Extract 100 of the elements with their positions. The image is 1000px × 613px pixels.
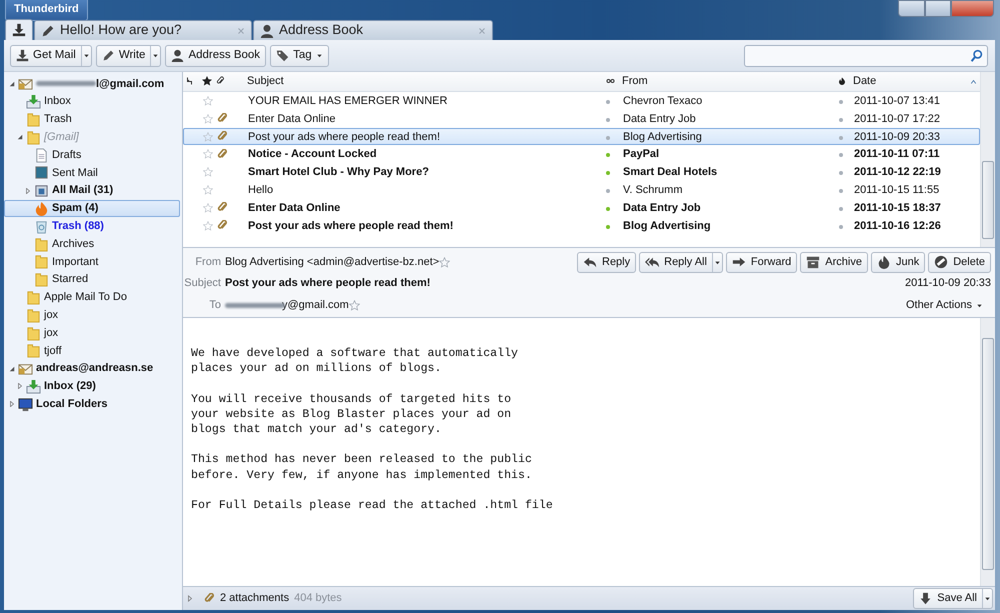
mailbox-icon	[34, 183, 49, 198]
status-dot[interactable]	[606, 136, 610, 140]
status-dot[interactable]	[839, 136, 843, 140]
flame-icon	[34, 200, 49, 216]
folder-item[interactable]: Important	[4, 252, 180, 271]
folder-item[interactable]: Archives	[4, 235, 180, 253]
folder-label: Inbox (29)	[44, 379, 96, 394]
star-icon[interactable]	[203, 132, 213, 142]
collapse-arrow-icon[interactable]	[8, 80, 14, 87]
folder-item[interactable]: Trash (88)	[4, 217, 180, 236]
star-icon	[202, 76, 212, 86]
folder-label: Apple Mail To Do	[44, 290, 127, 306]
toolbar-button[interactable]: Archive	[800, 252, 868, 272]
body-paragraph: For Full Details please read the attached .html file	[191, 498, 554, 514]
folder-item[interactable]: Sent Mail	[4, 164, 180, 182]
split-button[interactable]: Reply All	[639, 252, 723, 272]
toolbar-button[interactable]: Forward	[726, 252, 798, 272]
message-row[interactable]: Enter Data Online Data Entry Job 2011-10-15 18:37	[183, 198, 980, 217]
collapse-arrow-icon[interactable]	[8, 366, 14, 372]
status-dot[interactable]	[606, 171, 610, 176]
expand-arrow-icon[interactable]	[24, 188, 30, 194]
star-icon[interactable]	[203, 96, 213, 106]
folder-item[interactable]: andreas@andreasn.se	[4, 360, 180, 378]
column-header[interactable]: Subject	[247, 75, 284, 88]
status-dot[interactable]	[839, 171, 843, 176]
toolbar-button[interactable]: Reply	[577, 252, 636, 272]
column-header[interactable]: Date	[853, 73, 876, 90]
status-dot[interactable]	[839, 224, 843, 229]
status-dot[interactable]	[839, 188, 843, 193]
message-row[interactable]: Post your ads where people read them! Blog Advertising 2011-10-09 20:33	[183, 128, 980, 146]
split-button[interactable]: Save All	[913, 588, 993, 609]
folder-item[interactable]: Local Folders	[4, 395, 180, 414]
message-sender: Smart Deal Hotels	[623, 166, 718, 178]
tab[interactable]	[5, 19, 33, 40]
inbox-icon	[26, 94, 41, 110]
folder-item[interactable]: All Mail (31)	[4, 182, 180, 200]
message-row[interactable]: Post your ads where people read them! Blog Advertising 2011-10-16 12:26	[183, 216, 980, 234]
folder-item[interactable]: tjoff	[4, 342, 180, 360]
other-actions-menu[interactable]: Other Actions	[906, 296, 983, 314]
app-menu-button[interactable]: Thunderbird	[5, 0, 88, 20]
expand-arrow-icon[interactable]	[16, 383, 22, 390]
star-icon[interactable]	[203, 220, 213, 231]
message-row[interactable]: Notice - Account Locked PayPal 2011-10-11 07:11	[183, 145, 980, 164]
collapse-arrow-icon[interactable]	[16, 134, 22, 140]
folder-item[interactable]: Drafts	[4, 146, 180, 164]
message-row[interactable]: Smart Hotel Club - Why Pay More? Smart Deal Hotels 2011-10-12 22:19	[183, 163, 980, 181]
folder-item[interactable]: Inbox (29)	[4, 378, 180, 396]
tab[interactable]: Address Book	[253, 20, 493, 40]
search-field[interactable]	[744, 44, 988, 66]
folder-item[interactable]: jox	[4, 306, 180, 324]
folder-item[interactable]: Starred	[4, 270, 180, 289]
maximize-button[interactable]	[925, 0, 951, 17]
toolbar-button[interactable]: Address Book	[165, 44, 266, 66]
status-dot[interactable]	[839, 118, 843, 122]
status-dot[interactable]	[839, 100, 843, 104]
message-row[interactable]: YOUR EMAIL HAS EMERGER WINNER Chevron Texaco 2011-10-07 13:41	[183, 92, 980, 110]
caret-icon	[152, 52, 160, 59]
split-button[interactable]: Get Mail	[10, 44, 92, 66]
split-button[interactable]: Write	[96, 44, 162, 66]
star-icon[interactable]	[203, 149, 213, 160]
folder-item[interactable]: l@gmail.com	[4, 75, 180, 93]
folder-label: andreas@andreasn.se	[36, 361, 154, 376]
status-dot[interactable]	[839, 153, 843, 158]
download-icon	[16, 49, 29, 62]
status-dot[interactable]	[606, 224, 610, 229]
toolbar-button[interactable]: Tag	[270, 44, 329, 66]
message-row[interactable]: Hello V. Schrumm 2011-10-15 11:55	[183, 180, 980, 199]
message-date: 2011-10-15 18:37	[854, 202, 941, 214]
status-dot[interactable]	[606, 188, 610, 193]
status-dot[interactable]	[606, 153, 610, 158]
message-row[interactable]: Enter Data Online Data Entry Job 2011-10-07 17:22	[183, 110, 980, 128]
star-icon[interactable]	[203, 202, 213, 213]
flame-icon	[838, 76, 846, 86]
scrollbar[interactable]	[980, 318, 995, 586]
status-dot[interactable]	[839, 206, 843, 211]
flame-icon	[876, 255, 891, 269]
folder-item[interactable]: Apple Mail To Do	[4, 288, 180, 306]
star-icon[interactable]	[203, 167, 213, 178]
status-dot[interactable]	[606, 100, 610, 104]
person-icon	[260, 24, 274, 38]
folder-item[interactable]: Trash	[4, 110, 180, 128]
close-button[interactable]	[951, 0, 994, 17]
toolbar-button[interactable]: Junk	[870, 252, 926, 272]
star-icon	[348, 300, 360, 310]
folder-item[interactable]: Spam (4)	[4, 200, 180, 218]
status-dot[interactable]	[606, 118, 610, 122]
attachment-count[interactable]: 2 attachments	[220, 590, 290, 607]
expand-arrow-icon[interactable]	[8, 401, 14, 408]
toolbar-button[interactable]: Delete	[928, 252, 991, 272]
status-dot[interactable]	[606, 206, 610, 211]
scrollbar[interactable]	[980, 72, 995, 247]
star-icon[interactable]	[203, 114, 213, 124]
folder-item[interactable]: jox	[4, 324, 180, 342]
star-icon[interactable]	[203, 185, 213, 196]
message-subject: Post your ads where people read them!	[248, 130, 440, 143]
minimize-button[interactable]	[898, 0, 925, 17]
column-header[interactable]: From	[622, 75, 648, 88]
folder-item[interactable]: Inbox	[4, 92, 180, 111]
tab[interactable]: Hello! How are you?	[34, 20, 252, 40]
message-subject: Smart Hotel Club - Why Pay More?	[248, 166, 429, 178]
